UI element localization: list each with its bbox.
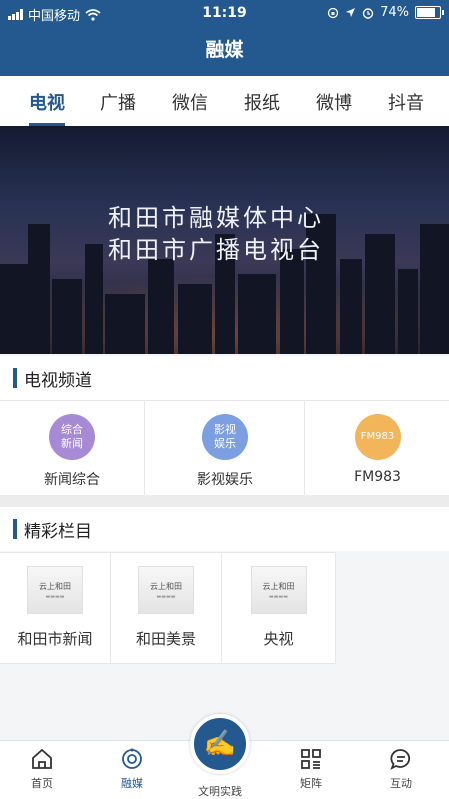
channel-tabs: 电视 广播 微信 报纸 微博 抖音 [0, 76, 449, 127]
channel-badge: 影视 娱乐 [202, 414, 248, 460]
column-name: 和田市新闻 [17, 630, 93, 648]
tab-newspaper[interactable]: 报纸 [244, 89, 280, 115]
channel-name: 新闻综合 [44, 472, 100, 488]
column-thumbnail: 云上和田 ▬▬▬▬ [250, 566, 307, 614]
channel-badge: 综合 新闻 [49, 414, 95, 460]
tabbar-matrix[interactable]: 矩阵 [276, 747, 346, 791]
column-item[interactable]: 云上和田 ▬▬▬▬ 和田市新闻 [0, 553, 111, 663]
channel-badge: FM983 [354, 414, 401, 460]
tab-wechat[interactable]: 微信 [172, 89, 208, 115]
tabbar-label: 文明实践 [198, 785, 242, 798]
tab-radio[interactable]: 广播 [100, 89, 136, 115]
channel-fm983[interactable]: FM983 FM983 [304, 401, 449, 496]
tab-weibo[interactable]: 微博 [316, 89, 352, 115]
media-icon [122, 748, 142, 769]
thumbnail-title: 云上和田 [39, 581, 71, 591]
tab-tv[interactable]: 电视 [29, 89, 65, 126]
civilization-practice-icon: ✍ [203, 729, 237, 759]
orientation-lock-icon [327, 7, 339, 18]
columns-list: 云上和田 ▬▬▬▬ 和田市新闻 云上和田 ▬▬▬▬ 和田美景 云上和田 ▬▬▬▬ 央视 [0, 552, 336, 664]
battery-percent: 74% [380, 5, 409, 20]
status-bar: 中国移动 11:19 74% [0, 0, 449, 26]
tv-channels-header: 电视频道 [0, 356, 449, 400]
banner-title-line1: 和田市融媒体中心 [108, 204, 324, 232]
column-thumbnail: 云上和田 ▬▬▬▬ [27, 566, 83, 614]
tabbar-label: 融媒 [121, 777, 143, 790]
alarm-icon [362, 7, 374, 19]
columns-header: 精彩栏目 [0, 507, 449, 551]
chat-icon [390, 749, 410, 770]
tv-channel-list: 综合 新闻 新闻综合 影视 娱乐 影视娱乐 FM983 FM983 [0, 400, 449, 496]
channel-entertainment[interactable]: 影视 娱乐 影视娱乐 [144, 401, 305, 496]
tab-douyin[interactable]: 抖音 [388, 89, 424, 115]
column-name: 和田美景 [135, 630, 196, 648]
battery-icon [415, 6, 444, 19]
banner-title-line2: 和田市广播电视台 [108, 236, 324, 264]
tabbar-home[interactable]: 首页 [7, 747, 77, 791]
tabbar-interact[interactable]: 互动 [366, 747, 436, 791]
section-title: 精彩栏目 [24, 522, 92, 542]
channel-news[interactable]: 综合 新闻 新闻综合 [0, 401, 144, 496]
column-item[interactable]: 云上和田 ▬▬▬▬ 央视 [222, 553, 336, 663]
channel-name: 影视娱乐 [197, 472, 253, 488]
section-title: 电视频道 [24, 371, 92, 391]
column-name: 央视 [263, 630, 294, 648]
page-title: 融媒 [0, 26, 449, 76]
column-thumbnail: 云上和田 ▬▬▬▬ [138, 566, 194, 614]
location-icon [346, 8, 356, 17]
tabbar-label: 矩阵 [300, 777, 322, 790]
banner-image[interactable]: 和田市融媒体中心 和田市广播电视台 [0, 126, 449, 354]
tabbar-label: 互动 [390, 777, 412, 790]
civilization-practice-button[interactable]: ✍ [190, 714, 250, 774]
channel-name: FM983 [354, 469, 401, 485]
home-icon [32, 748, 52, 769]
matrix-icon [301, 749, 321, 769]
tabbar-media[interactable]: 融媒 [97, 747, 167, 791]
thumbnail-title: 云上和田 [262, 581, 295, 591]
tabbar-label: 首页 [31, 777, 53, 790]
thumbnail-title: 云上和田 [150, 581, 182, 591]
column-item[interactable]: 云上和田 ▬▬▬▬ 和田美景 [111, 553, 222, 663]
